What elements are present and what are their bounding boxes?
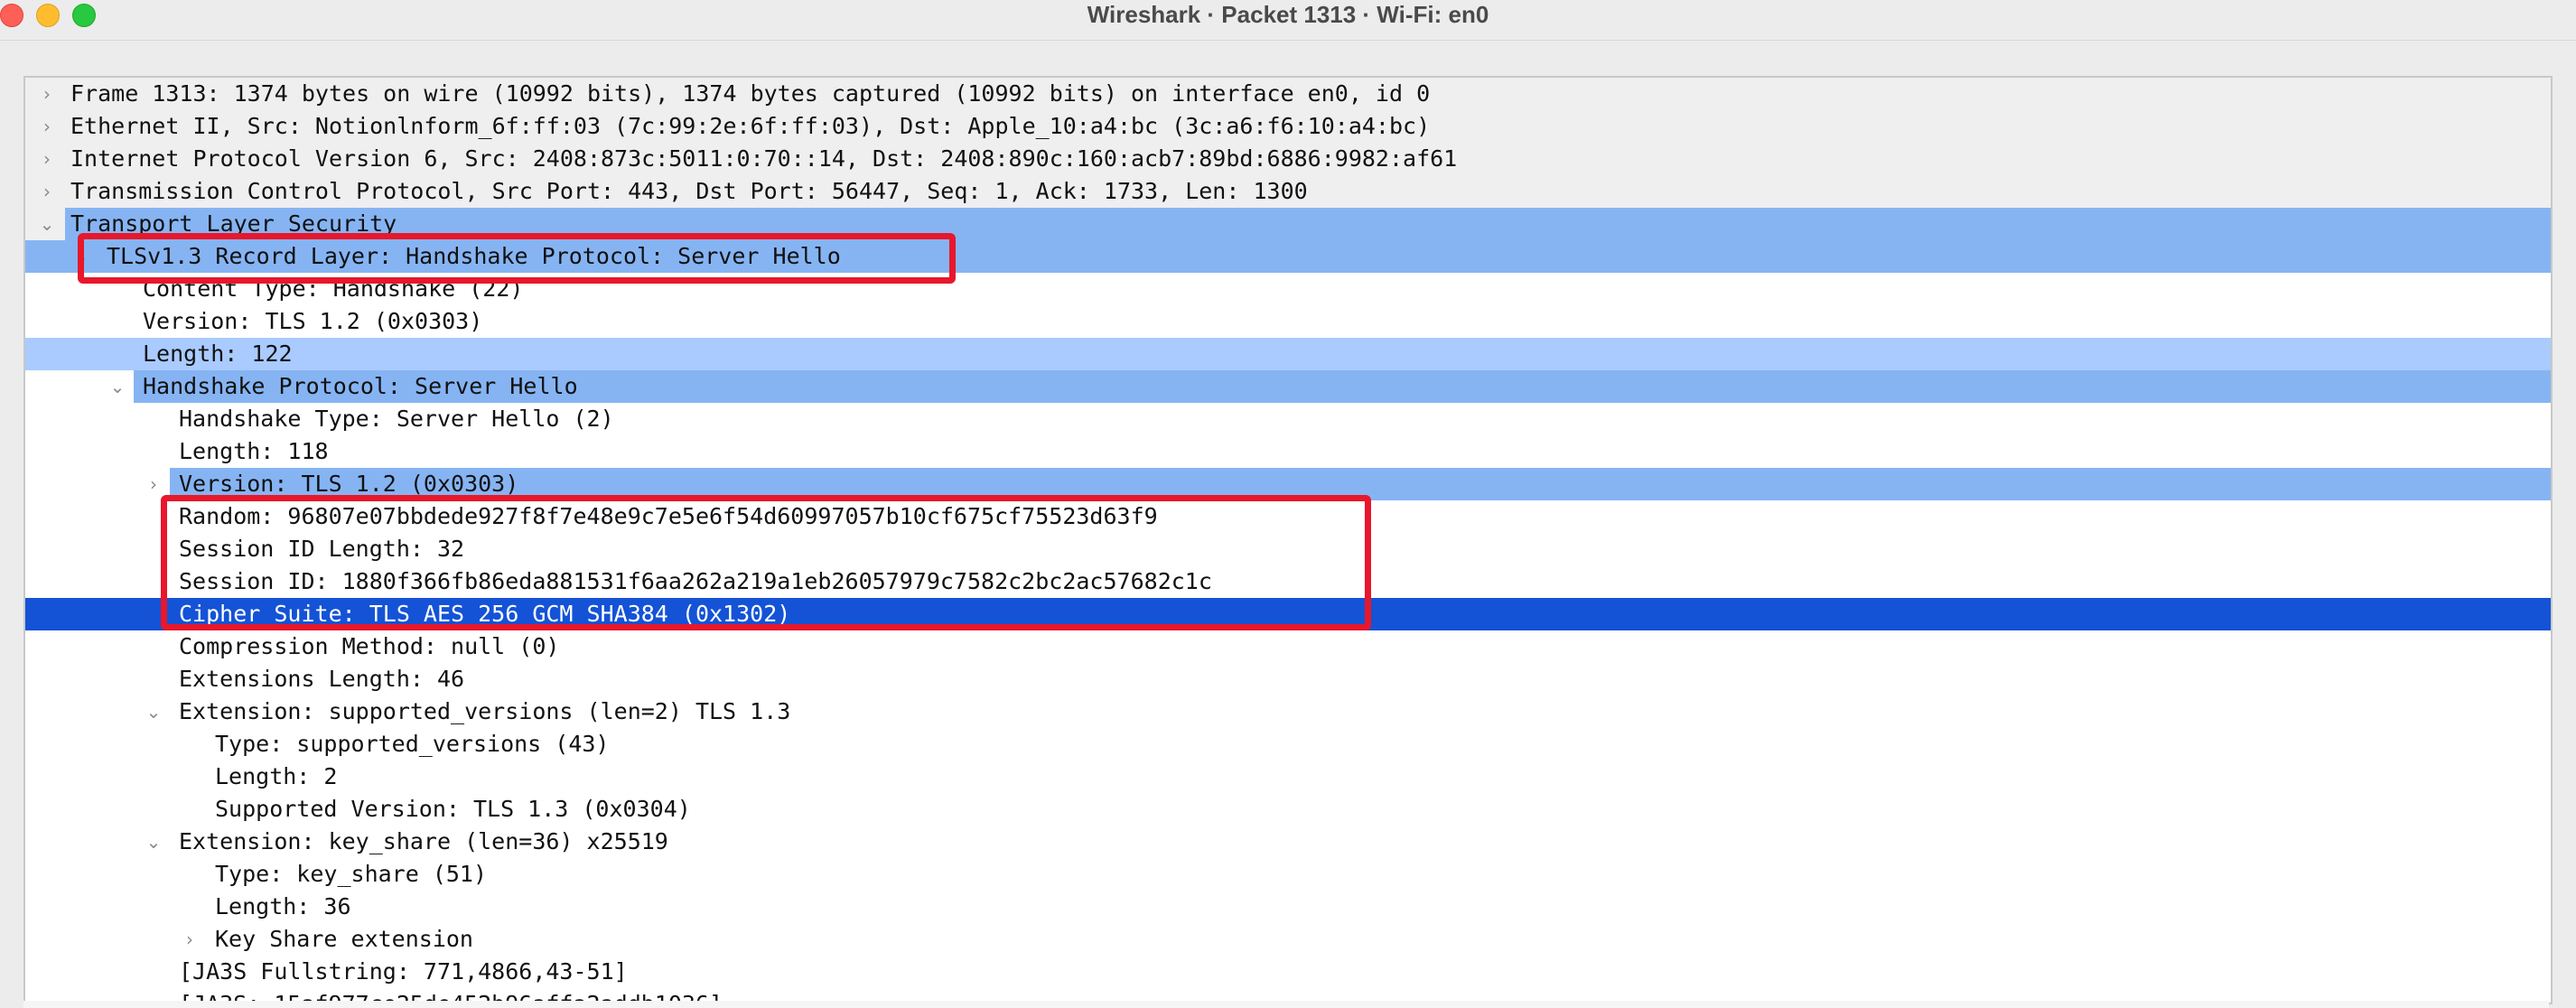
- window-title: Wireshark · Packet 1313 · Wi-Fi: en0: [1087, 1, 1489, 28]
- tree-row-ext-length[interactable]: Length: 2: [25, 761, 2551, 793]
- tree-row-ipv6[interactable]: › Internet Protocol Version 6, Src: 2408…: [25, 143, 2551, 175]
- tree-row-label: Ethernet II, Src: Notionlnform_6f:ff:03 …: [70, 113, 1431, 139]
- tree-row-ethernet[interactable]: › Ethernet II, Src: Notionlnform_6f:ff:0…: [25, 110, 2551, 143]
- tree-row-label: Extensions Length: 46: [179, 666, 465, 692]
- expand-arrow-icon[interactable]: ›: [38, 145, 56, 173]
- tree-row-label: Key Share extension: [215, 926, 473, 952]
- packet-details-tree[interactable]: › Frame 1313: 1374 bytes on wire (10992 …: [23, 76, 2553, 1004]
- tree-row-label: Internet Protocol Version 6, Src: 2408:8…: [70, 145, 1458, 172]
- tree-row-label: Supported Version: TLS 1.3 (0x0304): [215, 796, 691, 822]
- tree-row-label: [JA3S Fullstring: 771,4866,43-51]: [179, 958, 628, 985]
- tree-row-ext-type[interactable]: Type: supported_versions (43): [25, 728, 2551, 761]
- expand-arrow-icon[interactable]: ›: [38, 79, 56, 108]
- tree-row-label: Extension: key_share (len=36) x25519: [179, 828, 668, 854]
- expand-arrow-icon[interactable]: ›: [38, 177, 56, 206]
- tree-row-session-id[interactable]: Session ID: 1880f366fb86eda881531f6aa262…: [25, 565, 2551, 598]
- tree-row-content-type[interactable]: Content Type: Handshake (22): [25, 273, 2551, 305]
- tree-row-ja3s-fullstring[interactable]: [JA3S Fullstring: 771,4866,43-51]: [25, 956, 2551, 988]
- expand-arrow-icon[interactable]: ›: [145, 470, 163, 499]
- tree-row-tls-record-layer[interactable]: ⌄ TLSv1.3 Record Layer: Handshake Protoc…: [25, 240, 2551, 273]
- title-bar: Wireshark · Packet 1313 · Wi-Fi: en0: [0, 0, 2576, 41]
- tree-row-label: Type: key_share (51): [215, 861, 488, 887]
- tree-row-frame[interactable]: › Frame 1313: 1374 bytes on wire (10992 …: [25, 78, 2551, 110]
- tree-row-label: Transport Layer Security: [70, 210, 397, 237]
- tree-row-label: Session ID Length: 32: [179, 536, 465, 562]
- tree-row-key-share-extension[interactable]: › Key Share extension: [25, 923, 2551, 956]
- tree-row-tls[interactable]: ⌄ Transport Layer Security: [25, 208, 2551, 240]
- tree-row-handshake-type[interactable]: Handshake Type: Server Hello (2): [25, 403, 2551, 435]
- tree-row-label: Frame 1313: 1374 bytes on wire (10992 bi…: [70, 80, 1431, 107]
- tree-row-label: Handshake Type: Server Hello (2): [179, 406, 614, 432]
- tree-row-supported-version[interactable]: Supported Version: TLS 1.3 (0x0304): [25, 793, 2551, 826]
- tree-row-handshake-protocol[interactable]: ⌄ Handshake Protocol: Server Hello: [25, 370, 2551, 403]
- tree-row-compression-method[interactable]: Compression Method: null (0): [25, 630, 2551, 663]
- tree-row-key-share-type[interactable]: Type: key_share (51): [25, 858, 2551, 891]
- tree-row-label: Cipher Suite: TLS_AES_256_GCM_SHA384 (0x…: [179, 601, 791, 627]
- collapse-arrow-icon[interactable]: ⌄: [72, 242, 90, 271]
- tree-row-extensions-length[interactable]: Extensions Length: 46: [25, 663, 2551, 695]
- tree-row-label: Handshake Protocol: Server Hello: [143, 373, 578, 399]
- expand-arrow-icon[interactable]: ›: [181, 925, 199, 954]
- horizontal-scrollbar[interactable]: [23, 1001, 2549, 1008]
- tree-row-tcp[interactable]: › Transmission Control Protocol, Src Por…: [25, 175, 2551, 208]
- collapse-arrow-icon[interactable]: ⌄: [145, 697, 163, 726]
- collapse-arrow-icon[interactable]: ⌄: [145, 827, 163, 856]
- tree-row-label: TLSv1.3 Record Layer: Handshake Protocol…: [107, 243, 841, 269]
- tree-row-label: Random: 96807e07bbdede927f8f7e48e9c7e5e6…: [179, 503, 1158, 529]
- tree-row-label: Compression Method: null (0): [179, 633, 560, 659]
- tree-row-label: Version: TLS 1.2 (0x0303): [179, 471, 519, 497]
- tree-row-record-version[interactable]: Version: TLS 1.2 (0x0303): [25, 305, 2551, 338]
- tree-row-record-length[interactable]: Length: 122: [25, 338, 2551, 370]
- tree-row-label: Length: 36: [215, 893, 351, 919]
- tree-row-cipher-suite[interactable]: Cipher Suite: TLS_AES_256_GCM_SHA384 (0x…: [25, 598, 2551, 630]
- tree-row-label: Transmission Control Protocol, Src Port:…: [70, 178, 1308, 204]
- tree-row-label: Session ID: 1880f366fb86eda881531f6aa262…: [179, 568, 1212, 594]
- tree-row-label: Length: 2: [215, 763, 338, 789]
- tree-row-label: Extension: supported_versions (len=2) TL…: [179, 698, 791, 724]
- tree-row-handshake-version[interactable]: › Version: TLS 1.2 (0x0303): [25, 468, 2551, 500]
- tree-row-ext-supported-versions[interactable]: ⌄ Extension: supported_versions (len=2) …: [25, 695, 2551, 728]
- collapse-arrow-icon[interactable]: ⌄: [38, 210, 56, 238]
- tree-row-label: Version: TLS 1.2 (0x0303): [143, 308, 483, 334]
- tree-row-session-id-length[interactable]: Session ID Length: 32: [25, 533, 2551, 565]
- tree-row-key-share-length[interactable]: Length: 36: [25, 891, 2551, 923]
- tree-row-label: Content Type: Handshake (22): [143, 275, 524, 302]
- tree-row-label: Type: supported_versions (43): [215, 731, 610, 757]
- tree-row-ext-key-share[interactable]: ⌄ Extension: key_share (len=36) x25519: [25, 826, 2551, 858]
- expand-arrow-icon[interactable]: ›: [38, 112, 56, 141]
- tree-row-handshake-length[interactable]: Length: 118: [25, 435, 2551, 468]
- collapse-arrow-icon[interactable]: ⌄: [108, 372, 126, 401]
- tree-row-label: Length: 122: [143, 341, 293, 367]
- tree-row-random[interactable]: Random: 96807e07bbdede927f8f7e48e9c7e5e6…: [25, 500, 2551, 533]
- tree-row-label: Length: 118: [179, 438, 329, 464]
